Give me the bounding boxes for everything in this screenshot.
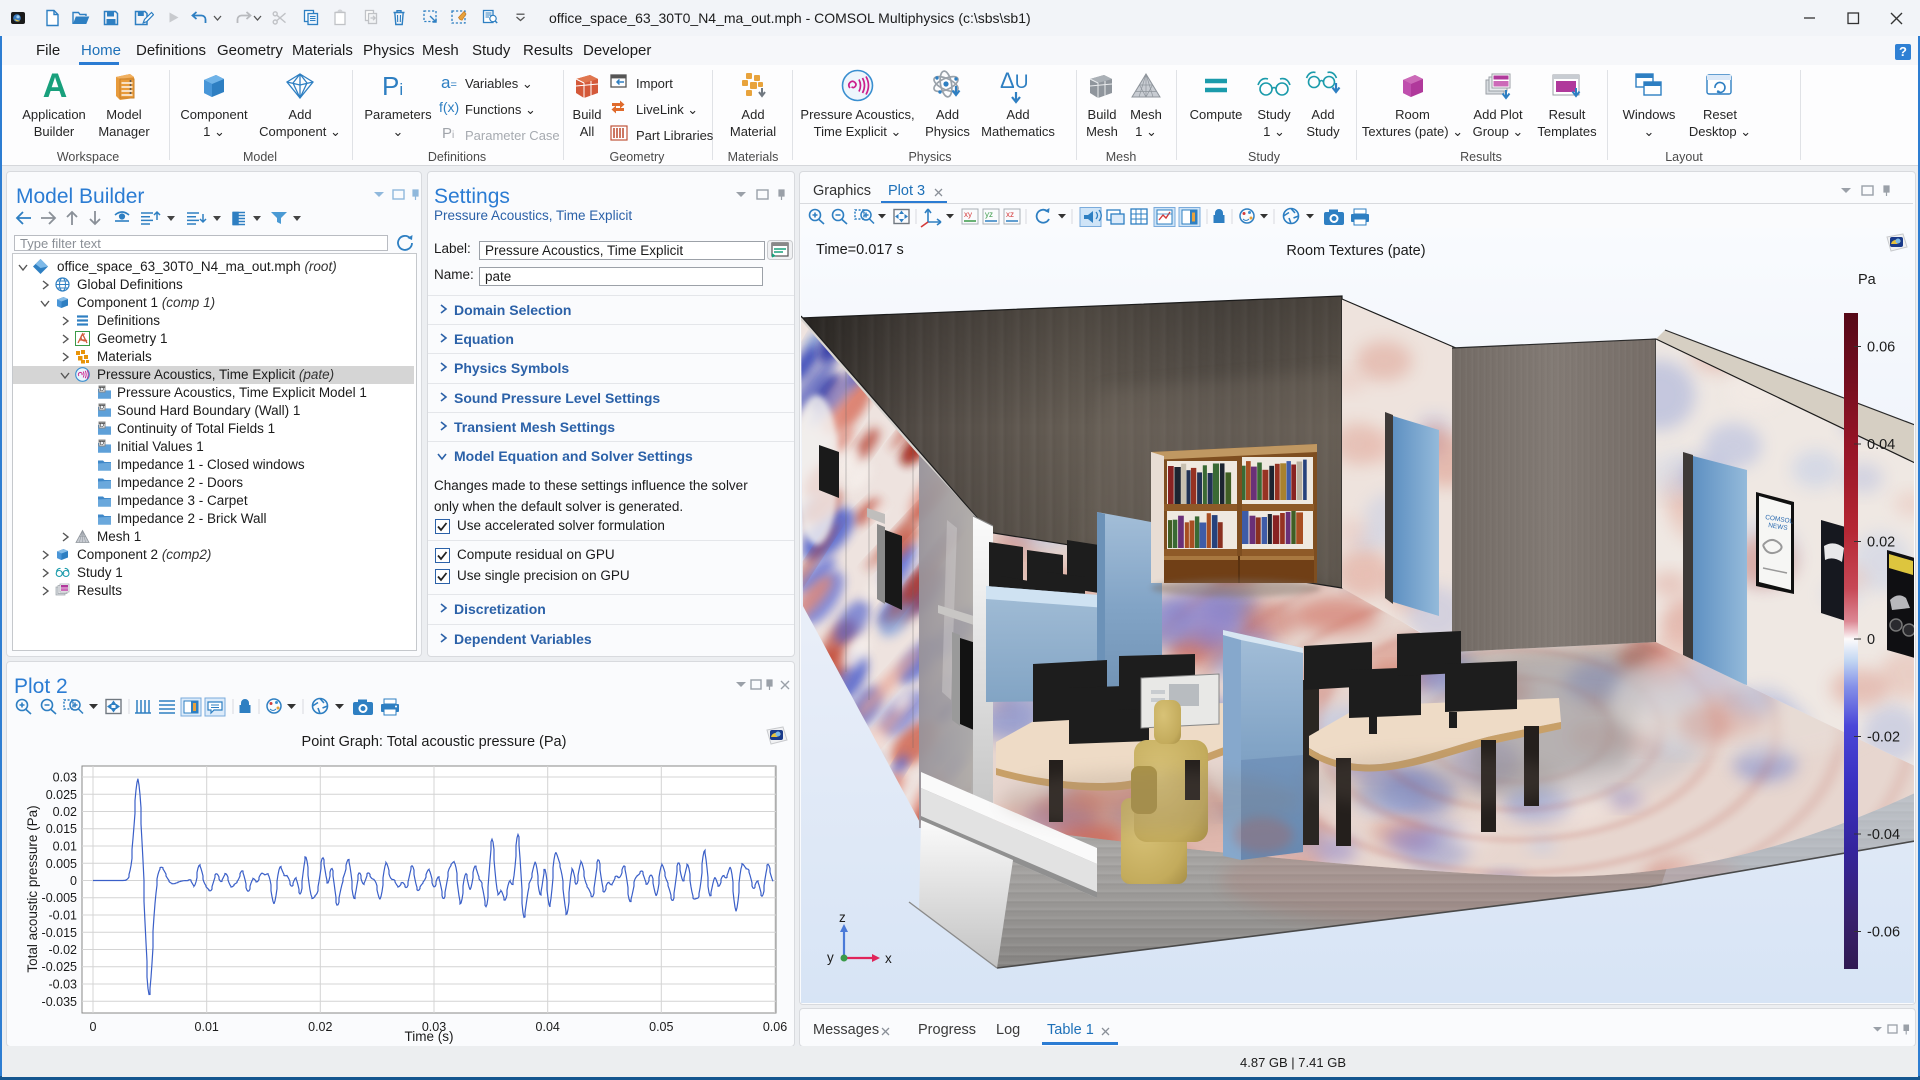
svg-text:0.04: 0.04 bbox=[1867, 437, 1895, 453]
svg-text:Pa: Pa bbox=[1858, 272, 1877, 288]
svg-text:0.02: 0.02 bbox=[53, 805, 77, 819]
svg-text:xz: xz bbox=[1006, 210, 1014, 219]
svg-text:Time=0.017 s: Time=0.017 s bbox=[816, 242, 904, 258]
svg-text:-0.06: -0.06 bbox=[1867, 925, 1900, 941]
svg-text:-0.01: -0.01 bbox=[49, 909, 78, 923]
svg-text:-0.02: -0.02 bbox=[1867, 730, 1900, 746]
svg-text:Total acoustic pressure (Pa): Total acoustic pressure (Pa) bbox=[25, 805, 40, 972]
svg-text:0: 0 bbox=[1867, 632, 1875, 648]
svg-text:D: D bbox=[100, 387, 104, 393]
svg-text:yz: yz bbox=[985, 210, 993, 219]
svg-text:0.03: 0.03 bbox=[53, 771, 77, 785]
svg-text:-0.015: -0.015 bbox=[42, 926, 77, 940]
svg-text:-0.03: -0.03 bbox=[49, 978, 78, 992]
svg-text:-0.035: -0.035 bbox=[42, 995, 77, 1009]
svg-text:0.02: 0.02 bbox=[1867, 535, 1895, 551]
svg-text:Point Graph: Total acoustic pr: Point Graph: Total acoustic pressure (Pa… bbox=[302, 734, 567, 750]
svg-text:-0.02: -0.02 bbox=[49, 943, 78, 957]
svg-text:-0.04: -0.04 bbox=[1867, 827, 1900, 843]
svg-text:0.025: 0.025 bbox=[46, 788, 77, 802]
svg-text:0: 0 bbox=[70, 874, 77, 888]
svg-text:0: 0 bbox=[90, 1020, 97, 1034]
svg-text:Room Textures (pate): Room Textures (pate) bbox=[1286, 243, 1425, 259]
svg-text:D: D bbox=[100, 441, 104, 447]
svg-text:0.01: 0.01 bbox=[195, 1020, 219, 1034]
svg-text:-0.005: -0.005 bbox=[42, 891, 77, 905]
svg-text:0.015: 0.015 bbox=[46, 822, 77, 836]
svg-text:z: z bbox=[839, 910, 846, 925]
svg-text:D: D bbox=[100, 423, 104, 429]
svg-text:0.06: 0.06 bbox=[1867, 340, 1895, 356]
svg-text:-0.025: -0.025 bbox=[42, 960, 77, 974]
svg-text:0.01: 0.01 bbox=[53, 840, 77, 854]
svg-text:D: D bbox=[100, 405, 104, 411]
svg-text:0.005: 0.005 bbox=[46, 857, 77, 871]
svg-text:0.05: 0.05 bbox=[649, 1020, 673, 1034]
svg-text:x: x bbox=[885, 951, 892, 966]
svg-text:0.06: 0.06 bbox=[763, 1020, 787, 1034]
svg-text:y: y bbox=[827, 950, 834, 965]
svg-text:Time (s): Time (s) bbox=[405, 1029, 454, 1044]
svg-text:0.04: 0.04 bbox=[536, 1020, 560, 1034]
svg-text:xy: xy bbox=[964, 210, 972, 219]
svg-text:0.02: 0.02 bbox=[308, 1020, 332, 1034]
